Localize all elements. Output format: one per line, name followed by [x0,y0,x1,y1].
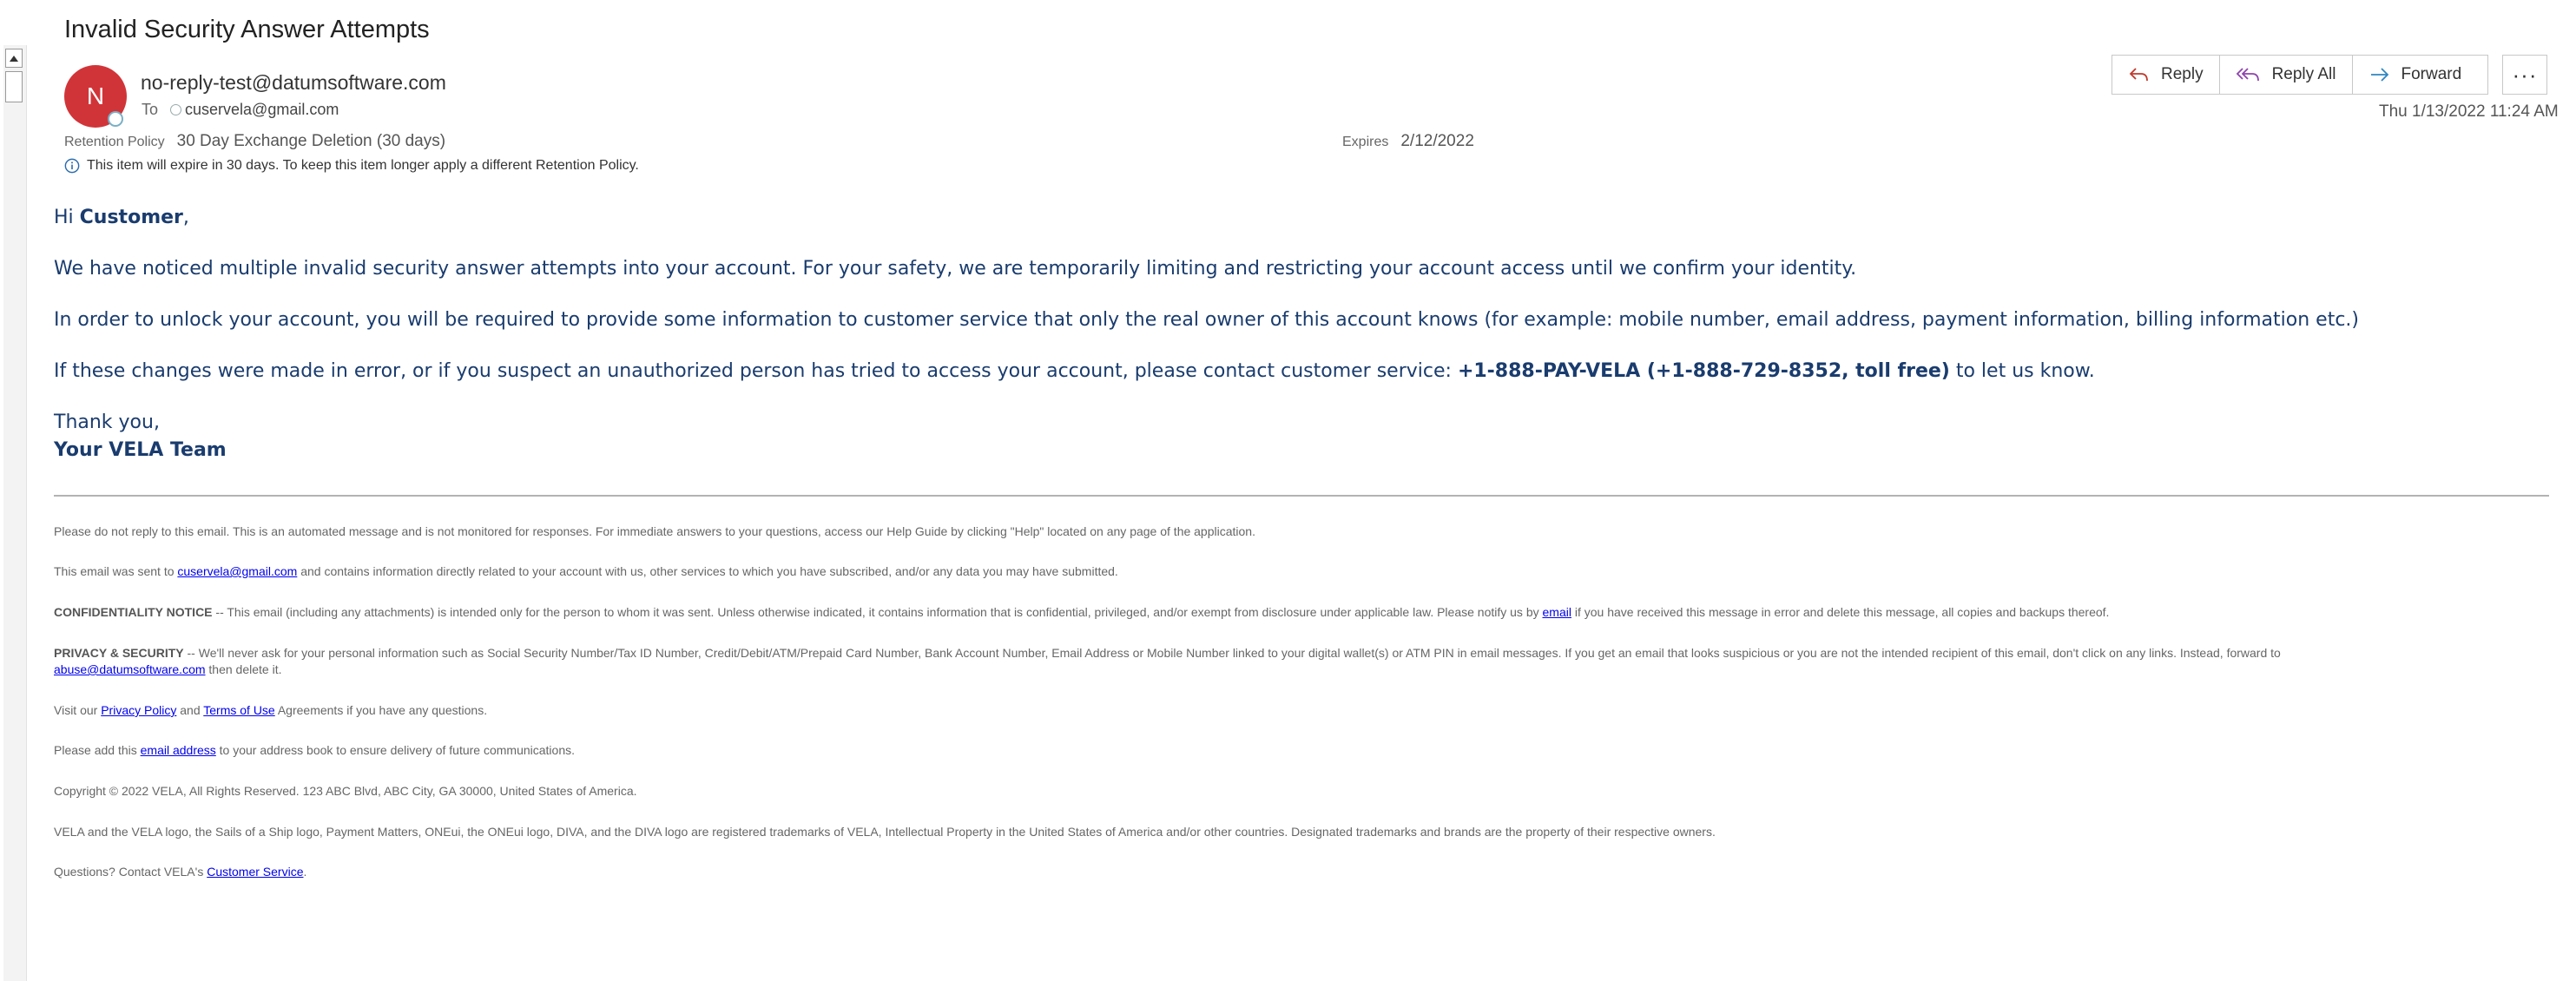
forward-label: Forward [2401,65,2462,83]
paragraph-3-text: If these changes were made in error, or … [54,360,1458,382]
expires-value: 2/12/2022 [1400,132,1474,150]
ellipsis-icon: ··· [2512,61,2538,88]
reply-all-button[interactable]: Reply All [2220,56,2353,94]
body-paragraph-1: We have noticed multiple invalid securit… [54,258,1857,280]
email-notify-link[interactable]: email [1543,605,1571,619]
sent-to-end: and contains information directly relate… [297,564,1118,578]
sent-to-text: This email was sent to [54,564,178,578]
confidentiality-text: -- This email (including any attachments… [212,605,1543,619]
message-actions-toolbar: Reply Reply All Forward [2112,55,2489,95]
received-date: Thu 1/13/2022 11:24 AM [2379,102,2559,121]
paragraph-3-end: to let us know. [1949,360,2095,382]
policies-end: Agreements if you have any questions. [274,703,488,717]
forward-arrow-icon [2370,68,2388,82]
reply-button[interactable]: Reply [2112,56,2220,94]
sign-off: Thank you, [54,411,160,433]
footer-contact: Questions? Contact VELA's Customer Servi… [54,864,2554,880]
footer-privacy-security: PRIVACY & SECURITY -- We'll never ask fo… [54,645,2554,678]
policies-text: Visit our [54,703,102,717]
retention-label: Retention Policy [64,135,165,149]
forward-button[interactable]: Forward [2353,56,2488,94]
reply-all-arrow-icon [2236,68,2259,82]
address-book-end: to your address book to ensure delivery … [215,743,575,757]
retention-info-bar: This item will expire in 30 days. To kee… [64,158,639,174]
privacy-policy-link[interactable]: Privacy Policy [101,703,176,717]
contact-end: . [303,865,307,879]
privacy-text: -- We'll never ask for your personal inf… [183,646,2281,660]
signature: Your VELA Team [54,439,227,461]
footer-divider [54,495,2549,497]
contact-text: Questions? Contact VELA's [54,865,208,879]
retention-value: 30 Day Exchange Deletion (30 days) [176,132,446,150]
email-subject: Invalid Security Answer Attempts [64,16,430,43]
more-actions-button[interactable]: ··· [2502,55,2547,95]
vertical-scrollbar[interactable] [3,45,27,981]
presence-status-icon [108,111,123,127]
abuse-email-link[interactable]: abuse@datumsoftware.com [54,662,206,676]
contact-status-icon [170,104,182,115]
email-address-link[interactable]: email address [141,743,216,757]
customer-service-link[interactable]: Customer Service [207,865,303,879]
expires-label: Expires [1342,135,1389,149]
to-label: To [142,101,159,118]
chevron-up-icon [10,55,18,62]
reply-all-label: Reply All [2271,65,2336,83]
avatar-initial: N [86,82,105,109]
recipient-email-link[interactable]: cuservela@gmail.com [177,564,297,578]
footer-trademarks: VELA and the VELA logo, the Sails of a S… [54,825,1716,839]
greeting-comma: , [182,207,189,228]
footer-copyright: Copyright © 2022 VELA, All Rights Reserv… [54,784,637,798]
team-name: Your VELA Team [54,439,227,461]
sender-address[interactable]: no-reply-test@datumsoftware.com [141,71,446,95]
info-text: This item will expire in 30 days. To kee… [87,158,639,173]
expires-info: Expires 2/12/2022 [1342,132,1474,151]
reply-arrow-icon [2129,68,2148,82]
greeting: Hi Customer, [54,207,189,228]
support-phone: +1-888-PAY-VELA (+1-888-729-8352, toll f… [1457,360,1950,382]
retention-policy: Retention Policy 30 Day Exchange Deletio… [64,132,445,151]
footer-sent-to: This email was sent to cuservela@gmail.c… [54,563,2554,580]
body-paragraph-3: If these changes were made in error, or … [54,360,2095,382]
terms-of-use-link[interactable]: Terms of Use [203,703,274,717]
greeting-name: Customer [79,207,183,228]
scroll-up-button[interactable] [5,49,23,68]
footer-address-book: Please add this email address to your ad… [54,742,2554,759]
reply-label: Reply [2161,65,2204,83]
recipient-line: To cuservela@gmail.com [142,101,339,119]
greeting-hi: Hi [54,207,80,228]
recipient-address[interactable]: cuservela@gmail.com [185,101,339,119]
footer-policies: Visit our Privacy Policy and Terms of Us… [54,702,2554,719]
info-circle-icon [64,158,80,174]
privacy-end: then delete it. [205,662,282,676]
address-book-text: Please add this [54,743,141,757]
scroll-thumb[interactable] [5,71,23,102]
confidentiality-end: if you have received this message in err… [1571,605,2110,619]
privacy-heading: PRIVACY & SECURITY [54,646,184,660]
confidentiality-heading: CONFIDENTIALITY NOTICE [54,605,213,619]
body-paragraph-2: In order to unlock your account, you wil… [54,309,2359,331]
footer-no-reply: Please do not reply to this email. This … [54,524,1255,538]
policies-and: and [176,703,204,717]
footer-confidentiality: CONFIDENTIALITY NOTICE -- This email (in… [54,604,2554,621]
